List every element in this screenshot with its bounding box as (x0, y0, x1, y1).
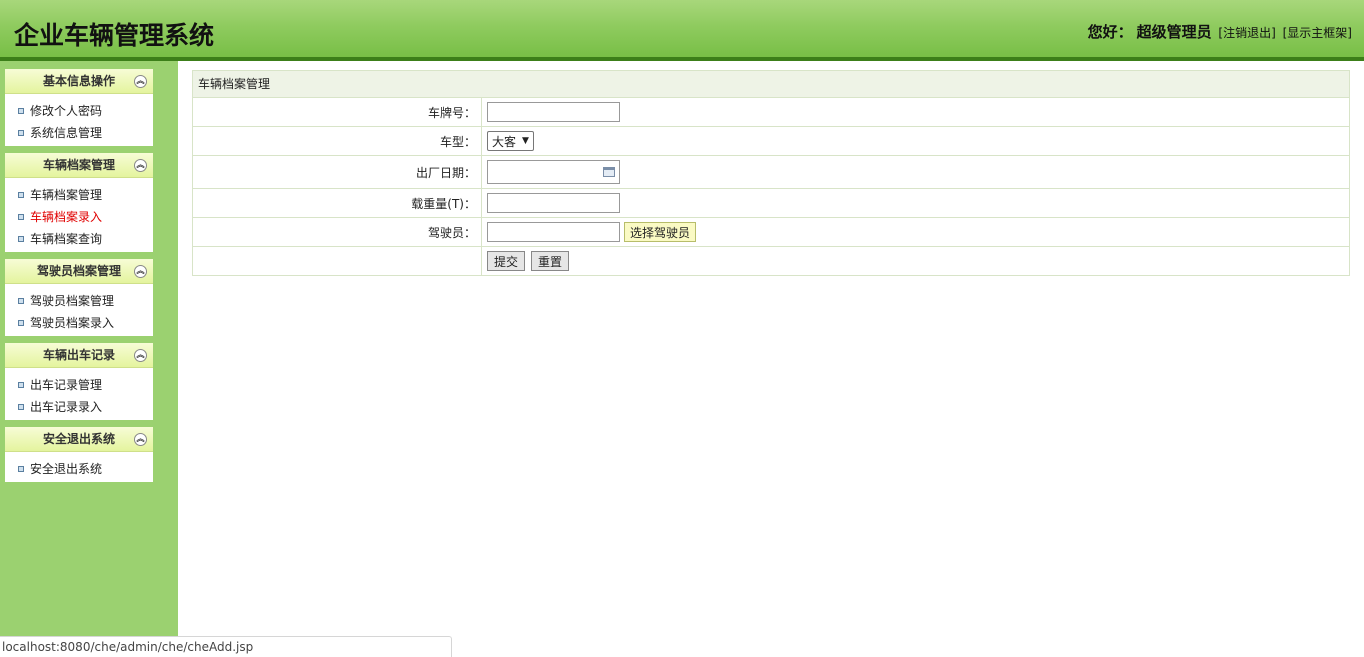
section-items: 驾驶员档案管理 驾驶员档案录入 (5, 284, 153, 336)
sidebar-item-trip-add[interactable]: 出车记录录入 (5, 396, 153, 418)
sidebar-section-logout: 安全退出系统 ︽ 安全退出系统 (5, 427, 153, 482)
plate-label: 车牌号： (193, 98, 482, 126)
section-title: 车辆档案管理 (42, 158, 115, 172)
section-header-basic-info[interactable]: 基本信息操作 ︽ (5, 69, 153, 94)
sidebar-item-label: 车辆档案管理 (30, 188, 103, 202)
plate-number-input[interactable] (487, 102, 620, 122)
load-capacity-input[interactable] (487, 193, 620, 213)
collapse-icon[interactable]: ︽ (134, 159, 147, 172)
form-row-driver: 驾驶员： 选择驾驶员 (193, 218, 1349, 247)
sidebar-item-vehicle-query[interactable]: 车辆档案查询 (5, 228, 153, 250)
sidebar-item-safe-logout[interactable]: 安全退出系统 (5, 458, 153, 480)
driver-label: 驾驶员： (193, 218, 482, 246)
sidebar-item-system-info[interactable]: 系统信息管理 (5, 122, 153, 144)
load-label: 载重量(T)： (193, 189, 482, 217)
calendar-icon[interactable] (603, 167, 615, 177)
browser-status-url: localhost:8080/che/admin/che/cheAdd.jsp (0, 636, 452, 657)
collapse-icon[interactable]: ︽ (134, 349, 147, 362)
sidebar-section-trip-records: 车辆出车记录 ︽ 出车记录管理 出车记录录入 (5, 343, 153, 420)
section-title: 车辆出车记录 (42, 348, 115, 362)
type-label: 车型： (193, 127, 482, 155)
sidebar-item-driver-manage[interactable]: 驾驶员档案管理 (5, 290, 153, 312)
bullet-icon (18, 130, 24, 136)
form-row-date: 出厂日期： (193, 156, 1349, 189)
section-title: 驾驶员档案管理 (36, 264, 121, 278)
reset-button[interactable]: 重置 (531, 251, 570, 271)
bullet-icon (18, 192, 24, 198)
username: 超级管理员 (1136, 23, 1212, 41)
sidebar-item-change-password[interactable]: 修改个人密码 (5, 100, 153, 122)
choose-driver-button[interactable]: 选择驾驶员 (624, 222, 697, 242)
bullet-icon (18, 320, 24, 326)
date-label: 出厂日期： (193, 156, 482, 188)
submit-button[interactable]: 提交 (487, 251, 526, 271)
section-header-trip-records[interactable]: 车辆出车记录 ︽ (5, 343, 153, 368)
section-items: 修改个人密码 系统信息管理 (5, 94, 153, 146)
vehicle-type-select[interactable]: 大客 ▼ (487, 131, 534, 151)
sidebar-item-driver-add[interactable]: 驾驶员档案录入 (5, 312, 153, 334)
form-row-load: 载重量(T)： (193, 189, 1349, 218)
bullet-icon (18, 214, 24, 220)
collapse-icon[interactable]: ︽ (134, 75, 147, 88)
sidebar-section-driver-records: 驾驶员档案管理 ︽ 驾驶员档案管理 驾驶员档案录入 (5, 259, 153, 336)
sidebar-item-label: 车辆档案查询 (30, 232, 103, 246)
sidebar-item-vehicle-manage[interactable]: 车辆档案管理 (5, 184, 153, 206)
bullet-icon (18, 466, 24, 472)
sidebar-section-vehicle-records: 车辆档案管理 ︽ 车辆档案管理 车辆档案录入 车辆档案查询 (5, 153, 153, 252)
bullet-icon (18, 382, 24, 388)
section-items: 车辆档案管理 车辆档案录入 车辆档案查询 (5, 178, 153, 252)
section-title: 基本信息操作 (42, 74, 115, 88)
bullet-icon (18, 108, 24, 114)
section-items: 安全退出系统 (5, 452, 153, 482)
dropdown-arrow-icon: ▼ (522, 136, 529, 146)
section-header-vehicle-records[interactable]: 车辆档案管理 ︽ (5, 153, 153, 178)
sidebar-item-label: 安全退出系统 (30, 462, 103, 476)
collapse-icon[interactable]: ︽ (134, 433, 147, 446)
show-main-frame-link[interactable]: [显示主框架] (1283, 26, 1352, 40)
sidebar-item-label: 系统信息管理 (30, 126, 103, 140)
sidebar-item-label: 驾驶员档案录入 (30, 316, 115, 330)
bullet-icon (18, 404, 24, 410)
sidebar-section-basic-info: 基本信息操作 ︽ 修改个人密码 系统信息管理 (5, 69, 153, 146)
bullet-icon (18, 298, 24, 304)
sidebar: 基本信息操作 ︽ 修改个人密码 系统信息管理 车辆档案管理 ︽ 车辆档案管理 车… (0, 61, 178, 657)
user-area: 您好： 超级管理员 [注销退出] [显示主框架] (1088, 21, 1352, 42)
section-header-driver-records[interactable]: 驾驶员档案管理 ︽ (5, 259, 153, 284)
sidebar-item-label: 出车记录录入 (30, 400, 103, 414)
factory-date-input[interactable] (487, 160, 620, 184)
bullet-icon (18, 236, 24, 242)
driver-input[interactable] (487, 222, 620, 242)
form-row-type: 车型： 大客 ▼ (193, 127, 1349, 156)
section-title: 安全退出系统 (42, 432, 115, 446)
sidebar-item-label: 车辆档案录入 (30, 210, 103, 224)
collapse-icon[interactable]: ︽ (134, 265, 147, 278)
header-divider (0, 57, 1364, 61)
form-row-plate: 车牌号： (193, 98, 1349, 127)
sidebar-item-trip-manage[interactable]: 出车记录管理 (5, 374, 153, 396)
section-items: 出车记录管理 出车记录录入 (5, 368, 153, 420)
panel-title: 车辆档案管理 (193, 71, 1349, 98)
logout-link[interactable]: [注销退出] (1218, 26, 1275, 40)
app-header: 企业车辆管理系统 您好： 超级管理员 [注销退出] [显示主框架] (0, 0, 1364, 57)
section-header-logout[interactable]: 安全退出系统 ︽ (5, 427, 153, 452)
form-row-actions: 提交 重置 (193, 247, 1349, 275)
app-title: 企业车辆管理系统 (14, 21, 215, 50)
sidebar-item-label: 出车记录管理 (30, 378, 103, 392)
vehicle-add-form-panel: 车辆档案管理 车牌号： 车型： 大客 ▼ 出厂日期： 载重量(T)： 驾驶员： (192, 70, 1350, 276)
sidebar-item-label: 修改个人密码 (30, 104, 103, 118)
greeting-label: 您好： (1087, 23, 1133, 41)
vehicle-type-selected: 大客 (492, 134, 517, 149)
sidebar-item-label: 驾驶员档案管理 (30, 294, 115, 308)
sidebar-item-vehicle-add[interactable]: 车辆档案录入 (5, 206, 153, 228)
